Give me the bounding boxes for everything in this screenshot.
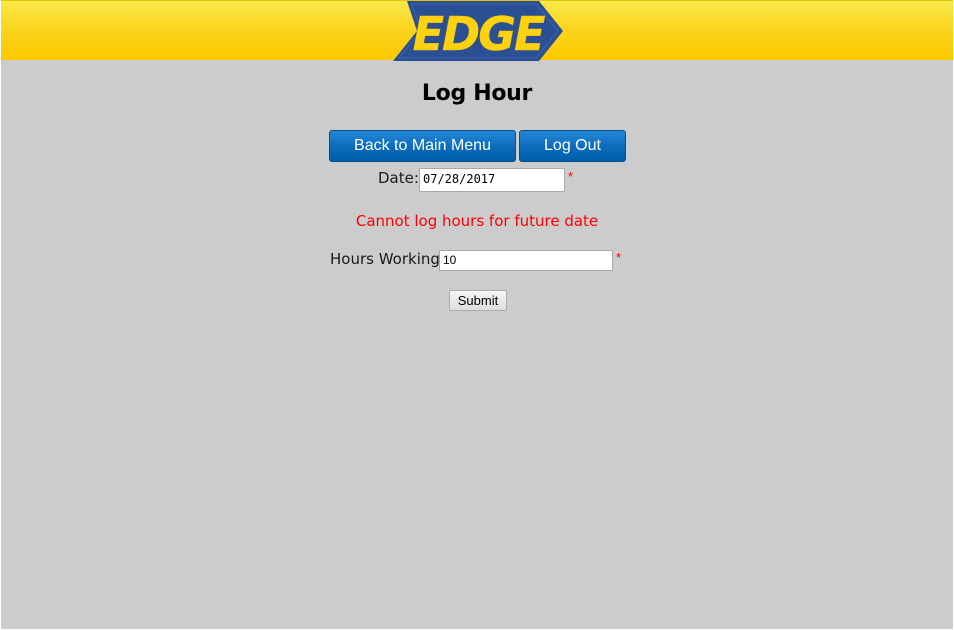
logo-text: EDGE [413,7,545,61]
edge-logo[interactable]: EDGE [393,1,563,61]
back-to-main-menu-button[interactable]: Back to Main Menu [329,130,516,162]
hours-required-marker: * [616,250,622,265]
header-bar: EDGE [1,0,953,61]
hours-working-input[interactable]: 10 [439,250,613,271]
submit-button[interactable]: Submit [449,290,507,311]
date-input[interactable]: 07/28/2017 [419,168,565,192]
error-message: Cannot log hours for future date [355,212,599,230]
page-frame: EDGE Log Hour Back to Main Menu Log Out … [1,0,953,629]
log-out-button[interactable]: Log Out [519,130,626,162]
hours-working-label: Hours Working [330,250,440,268]
date-required-marker: * [568,169,574,184]
date-label: Date: [378,169,419,187]
page-title: Log Hour [421,81,533,106]
